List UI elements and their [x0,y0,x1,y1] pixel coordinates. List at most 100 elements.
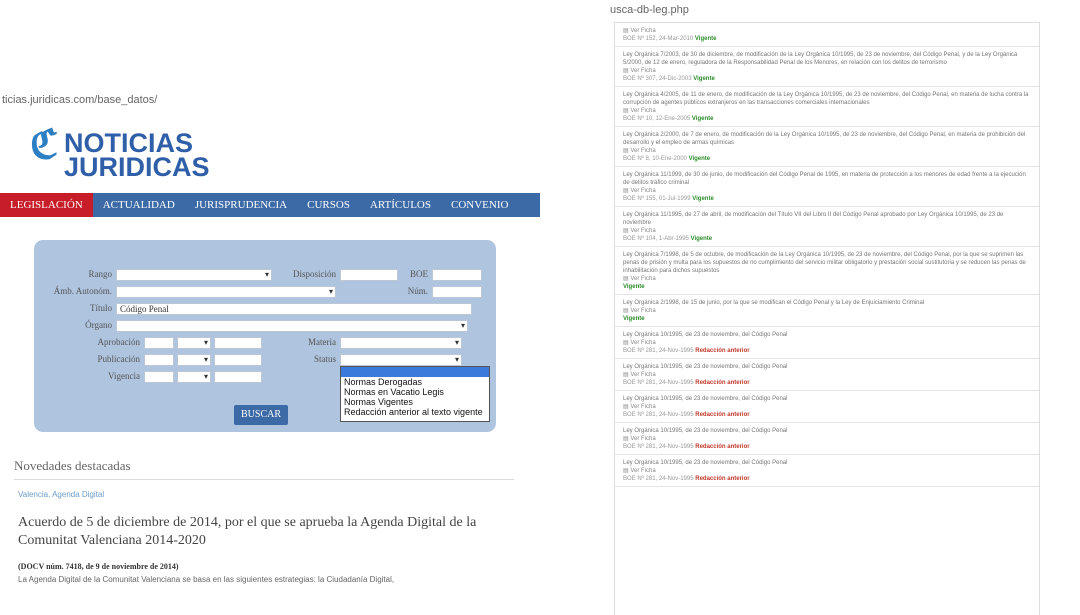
result-title[interactable]: Ley Orgánica 7/1998, de 5 de octubre, de… [623,251,1033,275]
ver-ficha-label: Ver Ficha [630,308,656,314]
site-logo[interactable]: ℭ NOTICIAS JURIDICAS [30,120,210,181]
num-input[interactable] [432,286,482,298]
ver-ficha-link[interactable]: ▤ Ver Ficha [623,187,1033,195]
nav-item-jurisprudencia[interactable]: JURISPRUDENCIA [185,193,297,217]
ver-ficha-link[interactable]: ▤ Ver Ficha [623,107,1033,115]
article-title[interactable]: Acuerdo de 5 de diciembre de 2014, por e… [18,514,528,550]
status-badge: Redacción anterior [695,476,750,482]
result-title[interactable]: Ley Orgánica 10/1995, de 23 de noviembre… [623,363,1033,371]
titulo-input[interactable]: Código Penal [116,303,472,315]
article-tags[interactable]: Valencia, Agenda Digital [18,490,104,499]
result-meta: BOE Nº 281, 24-Nov-1995 Redacción anteri… [623,411,1033,419]
result-meta: BOE Nº 10, 12-Ene-2005 Vigente [623,115,1033,123]
result-entry: Ley Orgánica 7/1998, de 5 de octubre, de… [615,247,1039,295]
status-option-derogadas[interactable]: Normas Derogadas [341,377,489,387]
address-bar-url[interactable]: usca-db-leg.php [610,4,689,16]
result-entry: Ley Orgánica 11/1999, de 30 de junio, de… [615,167,1039,207]
publicacion-year-input[interactable] [214,354,262,366]
aprobacion-day-input[interactable] [144,337,174,349]
rango-select[interactable] [116,269,272,281]
ver-ficha-link[interactable]: ▤ Ver Ficha [623,227,1033,235]
status-option-vigentes[interactable]: Normas Vigentes [341,397,489,407]
result-meta: Vigente [623,315,1033,323]
result-title[interactable]: Ley Orgánica 11/1995, de 27 de abril, de… [623,211,1033,227]
status-option-vacatio-legis[interactable]: Normas en Vacatio Legis [341,387,489,397]
status-dropdown-list: Normas Derogadas Normas en Vacatio Legis… [340,366,490,422]
label-titulo: Título [90,303,112,313]
result-entry: Ley Orgánica 7/2003, de 30 de diciembre,… [615,47,1039,87]
status-badge: Redacción anterior [695,348,750,354]
ver-ficha-label: Ver Ficha [630,340,656,346]
result-boe-reference: BOE Nº 152, 24-Mar-2010 [623,36,694,42]
label-num: Núm. [407,286,428,296]
status-option-redaccion-anterior[interactable]: Redacción anterior al texto vigente [341,407,489,417]
search-button[interactable]: BUSCAR [234,405,288,425]
label-boe: BOE [410,269,428,279]
ver-ficha-link[interactable]: ▤ Ver Ficha [623,27,1033,35]
status-badge: Vigente [692,196,714,202]
result-title[interactable]: Ley Orgánica 7/2003, de 30 de diciembre,… [623,51,1033,67]
logo-text-line2: JURIDICAS [64,152,210,182]
aprobacion-month-select[interactable] [177,337,211,349]
result-boe-reference: BOE Nº 281, 24-Nov-1995 [623,412,694,418]
label-rango: Rango [88,269,113,279]
ver-ficha-link[interactable]: ▤ Ver Ficha [623,403,1033,411]
status-badge: Vigente [690,236,713,242]
ver-ficha-link[interactable]: ▤ Ver Ficha [623,467,1033,475]
organo-select[interactable] [116,320,468,332]
result-title[interactable]: Ley Orgánica 4/2005, de 11 de enero, de … [623,91,1033,107]
vigencia-day-input[interactable] [144,371,174,383]
ver-ficha-link[interactable]: ▤ Ver Ficha [623,371,1033,379]
disposicion-input[interactable] [340,269,398,281]
nav-item-cursos[interactable]: CURSOS [297,193,360,217]
publicacion-month-select[interactable] [177,354,211,366]
divider [14,479,514,480]
materia-select[interactable] [340,337,462,349]
result-entry: Ley Orgánica 10/1995, de 23 de noviembre… [615,359,1039,391]
status-badge: Redacción anterior [695,444,750,450]
vigencia-year-input[interactable] [214,371,262,383]
dropdown-highlight-blank[interactable] [341,367,489,377]
result-title[interactable]: Ley Orgánica 2/2000, de 7 de enero, de m… [623,131,1033,147]
result-meta: BOE Nº 281, 24-Nov-1995 Redacción anteri… [623,379,1033,387]
logo-emblem-icon: ℭ [30,123,59,167]
ver-ficha-label: Ver Ficha [630,276,656,282]
result-title[interactable]: Ley Orgánica 10/1995, de 23 de noviembre… [623,395,1033,403]
status-badge: Vigente [623,284,645,290]
article-source: (DOCV núm. 7418, de 9 de noviembre de 20… [18,562,179,571]
result-title[interactable]: Ley Orgánica 10/1995, de 23 de noviembre… [623,331,1033,339]
ver-ficha-label: Ver Ficha [630,68,656,74]
vigencia-month-select[interactable] [177,371,211,383]
ver-ficha-link[interactable]: ▤ Ver Ficha [623,67,1033,75]
ver-ficha-link[interactable]: ▤ Ver Ficha [623,435,1033,443]
status-badge: Vigente [691,116,714,122]
status-select[interactable] [340,354,462,366]
result-title[interactable]: Ley Orgánica 11/1999, de 30 de junio, de… [623,171,1033,187]
result-title[interactable]: Ley Orgánica 10/1995, de 23 de noviembre… [623,427,1033,435]
publicacion-day-input[interactable] [144,354,174,366]
ver-ficha-label: Ver Ficha [630,228,656,234]
result-meta: BOE Nº 155, 01-Jul-1999 Vigente [623,195,1033,203]
aprobacion-year-input[interactable] [214,337,262,349]
nav-item-articulos[interactable]: ARTÍCULOS [360,193,441,217]
result-entry: Ley Orgánica 10/1995, de 23 de noviembre… [615,423,1039,455]
nav-item-convenio[interactable]: CONVENIO [441,193,518,217]
result-boe-reference: BOE Nº 281, 24-Nov-1995 [623,444,694,450]
nav-item-legislacion[interactable]: LEGISLACIÓN [0,193,93,217]
result-meta: BOE Nº 152, 24-Mar-2010 Vigente [623,35,1033,43]
result-entry: Ley Orgánica 4/2005, de 11 de enero, de … [615,87,1039,127]
result-boe-reference: BOE Nº 307, 24-Dic-2003 [623,76,692,82]
ver-ficha-label: Ver Ficha [630,436,656,442]
result-title[interactable]: Ley Orgánica 2/1998, de 15 de junio, por… [623,299,1033,307]
ver-ficha-link[interactable]: ▤ Ver Ficha [623,339,1033,347]
ver-ficha-link[interactable]: ▤ Ver Ficha [623,147,1033,155]
ambito-autonomico-select[interactable] [116,286,336,298]
ver-ficha-link[interactable]: ▤ Ver Ficha [623,307,1033,315]
boe-input[interactable] [432,269,482,281]
address-bar-url[interactable]: ticias.juridicas.com/base_datos/ [2,94,157,106]
nav-item-actualidad[interactable]: ACTUALIDAD [93,193,185,217]
results-list: ▤ Ver Ficha BOE Nº 152, 24-Mar-2010 Vigen… [614,22,1040,615]
ver-ficha-link[interactable]: ▤ Ver Ficha [623,275,1033,283]
result-title[interactable]: Ley Orgánica 10/1995, de 23 de noviembre… [623,459,1033,467]
ver-ficha-label: Ver Ficha [630,148,656,154]
